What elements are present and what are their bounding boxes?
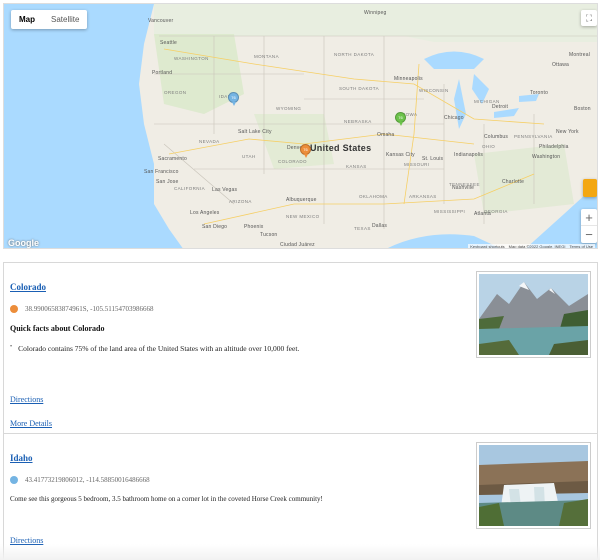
card-links: More Details	[10, 413, 52, 431]
coordinates-text: 38.99006583874961S, -105.51154703986668	[25, 305, 154, 313]
zoom-in-button[interactable]: +	[581, 209, 597, 226]
city-label: Kansas City	[386, 152, 415, 158]
city-label: St. Louis	[422, 156, 444, 162]
map-canvas	[4, 4, 597, 248]
state-label: MONTANA	[254, 54, 279, 59]
city-label: Ciudad Juárez	[280, 242, 315, 248]
location-thumbnail[interactable]	[476, 442, 591, 529]
map-type-control: Map Satellite	[11, 10, 88, 29]
city-label: San Diego	[202, 224, 228, 230]
state-label: CALIFORNIA	[174, 186, 206, 191]
map-attribution: Keyboard shortcuts Map data ©2022 Google…	[468, 244, 595, 249]
location-card: Idaho 43.41773219806012, -114.5885001648…	[4, 434, 597, 560]
state-label: OREGON	[164, 90, 187, 95]
fact-text: Colorado contains 75% of the land area o…	[18, 344, 300, 353]
street-view-pegman[interactable]	[583, 179, 597, 197]
city-label: Salt Lake City	[238, 129, 272, 135]
city-label: San Jose	[156, 179, 179, 185]
city-label: Toronto	[530, 90, 549, 96]
state-label: WYOMING	[276, 106, 302, 111]
city-label: Detroit	[492, 104, 509, 110]
city-label: Vancouver	[148, 18, 174, 24]
city-label: Washington	[532, 154, 561, 160]
city-label: Minneapolis	[394, 76, 423, 82]
location-pin-icon	[10, 476, 18, 484]
city-label: Dallas	[372, 223, 388, 229]
zoom-out-button[interactable]: −	[581, 226, 597, 243]
city-label: Sacramento	[158, 156, 187, 162]
state-label: ARIZONA	[229, 199, 252, 204]
state-label: TEXAS	[354, 226, 371, 231]
city-label: Las Vegas	[212, 187, 238, 193]
location-pin-icon	[10, 305, 18, 313]
city-label: Nashville	[452, 185, 475, 191]
state-label: NEVADA	[199, 139, 220, 144]
state-label: OHIO	[482, 144, 496, 149]
state-label: OKLAHOMA	[359, 194, 388, 199]
map-type-satellite-button[interactable]: Satellite	[43, 10, 87, 29]
state-label: NORTH DAKOTA	[334, 52, 375, 57]
state-label: ARKANSAS	[409, 194, 437, 199]
city-label: Winnipeg	[364, 10, 387, 16]
city-label: Atlanta	[474, 211, 491, 217]
keyboard-shortcuts-link[interactable]: Keyboard shortcuts	[470, 244, 504, 248]
country-label: United States	[310, 143, 372, 153]
map-marker-cluster[interactable]: 76	[395, 112, 406, 126]
state-label: NEBRASKA	[344, 119, 372, 124]
state-label: IOWA	[404, 112, 418, 117]
bullet-icon: •	[10, 344, 13, 350]
directions-link[interactable]: Directions	[10, 395, 43, 404]
fullscreen-button[interactable]: ⛶	[581, 10, 597, 26]
city-label: Phoenix	[244, 224, 264, 230]
location-title-link[interactable]: Idaho	[10, 453, 33, 463]
google-logo: Google	[8, 238, 39, 248]
state-label: MISSISSIPPI	[434, 209, 466, 214]
city-label: Tucson	[260, 232, 278, 238]
city-label: San Francisco	[144, 169, 179, 175]
location-title-link[interactable]: Colorado	[10, 282, 46, 292]
city-label: Philadelphia	[539, 144, 569, 150]
zoom-control: + −	[581, 209, 597, 243]
state-label: COLORADO	[278, 159, 307, 164]
city-label: Omaha	[377, 132, 395, 138]
mountain-lake-image	[479, 274, 588, 355]
map-marker-idaho[interactable]: 76	[228, 92, 239, 106]
state-label: WASHINGTON	[174, 56, 209, 61]
map-view[interactable]: Map Satellite WASHINGTON MONTANA NORTH D…	[3, 3, 598, 249]
state-label: MISSOURI	[404, 162, 430, 167]
more-details-link[interactable]: More Details	[10, 419, 52, 428]
state-label: UTAH	[242, 154, 256, 159]
city-label: Charlotte	[502, 179, 525, 185]
state-label: KANSAS	[346, 164, 367, 169]
waterfall-image	[479, 445, 588, 526]
city-label: New York	[556, 129, 579, 135]
city-label: Ottawa	[552, 62, 570, 68]
terms-link[interactable]: Terms of Use	[569, 244, 593, 248]
state-label: PENNSYLVANIA	[514, 134, 553, 139]
scroll-fade	[0, 544, 600, 560]
city-label: Seattle	[160, 40, 177, 46]
map-type-map-button[interactable]: Map	[11, 10, 43, 29]
location-card: Colorado 38.99006583874961S, -105.511547…	[4, 263, 597, 434]
location-list: Colorado 38.99006583874961S, -105.511547…	[3, 262, 598, 560]
map-marker-colorado[interactable]: 76	[300, 144, 311, 158]
city-label: Albuquerque	[286, 197, 317, 203]
coordinates-text: 43.41773219806012, -114.58850016486668	[25, 476, 150, 484]
city-label: Indianapolis	[454, 152, 484, 158]
state-label: SOUTH DAKOTA	[339, 86, 379, 91]
city-label: Montreal	[569, 52, 591, 58]
state-label: NEW MEXICO	[286, 214, 320, 219]
city-label: Boston	[574, 106, 591, 112]
city-label: Portland	[152, 70, 173, 76]
map-data-text: Map data ©2022 Google, INEGI	[508, 244, 566, 249]
card-links: Directions	[10, 389, 43, 407]
city-label: Chicago	[444, 115, 464, 121]
city-label: Columbus	[484, 134, 509, 140]
location-thumbnail[interactable]	[476, 271, 591, 358]
state-label: WISCONSIN	[419, 88, 449, 93]
city-label: Los Angeles	[190, 210, 220, 216]
